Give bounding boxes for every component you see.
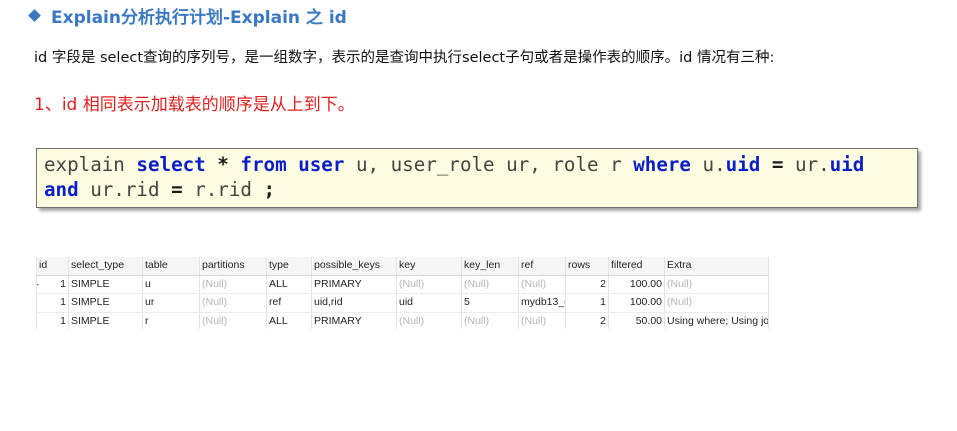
code-token-keyword: and (44, 178, 79, 201)
code-token-operator: = (171, 178, 183, 201)
table-cell-rows[interactable]: 2 (565, 312, 608, 329)
table-cell-partitions[interactable]: (Null) (199, 275, 266, 293)
table-cell-key[interactable]: uid (396, 294, 461, 312)
diamond-bullet-icon (28, 8, 41, 22)
table-cell-id[interactable]: 1 (36, 294, 68, 312)
table-cell-select-type[interactable]: SIMPLE (68, 294, 142, 312)
table-cell-key-len[interactable]: (Null) (461, 312, 518, 329)
table-cell-id[interactable]: 1 (36, 312, 68, 329)
table-header-row: id select_type table partitions type possible… (36, 257, 768, 276)
code-token-text: u, user_role ur, role r (344, 153, 634, 176)
table-row[interactable]: ▸1SIMPLEu(Null)ALLPRIMARY(Null)(Null)(Nu… (36, 275, 768, 294)
explain-result-grid: id select_type table partitions type possible… (36, 257, 769, 329)
table-cell-key[interactable]: (Null) (396, 275, 461, 293)
table-cell-possible-keys[interactable]: PRIMARY (311, 275, 396, 293)
table-cell-partitions[interactable]: (Null) (199, 294, 266, 312)
table-cell-rows[interactable]: 2 (565, 275, 608, 293)
table-cell-partitions[interactable]: (Null) (199, 312, 266, 329)
description-text: id 字段是 select查询的序列号，是一组数字，表示的是查询中执行selec… (34, 50, 775, 66)
table-cell-key-len[interactable]: (Null) (461, 275, 518, 293)
code-token-operator: = (771, 153, 784, 176)
code-token-operator: ; (263, 178, 276, 201)
code-token-keyword: where (633, 153, 691, 176)
code-token-keyword: select (136, 153, 206, 176)
code-token-keyword: uid (829, 153, 865, 176)
column-header-ref[interactable]: ref (518, 257, 565, 275)
table-cell-select-type[interactable]: SIMPLE (68, 312, 142, 329)
code-token-text: ur.rid (78, 178, 172, 201)
table-cell-extra[interactable]: Using where; Using jo (664, 312, 768, 329)
code-token-operator: * (217, 153, 229, 176)
column-header-key[interactable]: key (396, 257, 461, 275)
point-one-text: 1、id 相同表示加载表的顺序是从上到下。 (34, 95, 355, 115)
table-cell-key[interactable]: (Null) (396, 312, 461, 329)
table-cell-table[interactable]: r (142, 312, 199, 329)
table-cell-possible-keys[interactable]: uid,rid (311, 294, 396, 312)
table-cell-extra[interactable]: (Null) (664, 275, 768, 293)
column-header-table[interactable]: table (142, 257, 199, 275)
code-token-text: ur. (783, 153, 830, 176)
column-header-key-len[interactable]: key_len (461, 257, 518, 275)
table-row[interactable]: 1SIMPLEur(Null)refuid,riduid5mydb13_q110… (36, 294, 768, 313)
column-header-rows[interactable]: rows (565, 257, 608, 275)
table-cell-table[interactable]: u (142, 275, 199, 293)
table-cell-type[interactable]: ref (266, 294, 311, 312)
code-token-text: explain (44, 153, 137, 176)
column-header-select-type[interactable]: select_type (68, 257, 142, 275)
table-cell-filtered[interactable]: 100.00 (608, 275, 664, 293)
table-cell-id[interactable]: 1 (36, 275, 68, 293)
table-row[interactable]: 1 SIMPLE r (Null) ALL PRIMARY (Null) (Null) (Nul… (36, 312, 768, 329)
table-cell-type[interactable]: ALL (266, 275, 311, 293)
code-token-keyword: uid (725, 153, 761, 176)
table-cell-table[interactable]: ur (142, 294, 199, 312)
code-line-1: explain select * from user u, user_role … (44, 152, 910, 177)
column-header-partitions[interactable]: partitions (199, 257, 266, 275)
code-token-text: u. (690, 153, 726, 176)
code-token-text: r.rid (182, 178, 264, 201)
table-cell-select-type[interactable]: SIMPLE (68, 275, 142, 293)
table-cell-possible-keys[interactable]: PRIMARY (311, 312, 396, 329)
table-cell-extra[interactable]: (Null) (664, 294, 768, 312)
column-header-id[interactable]: id (36, 257, 68, 275)
slide-title: Explain分析执行计划-Explain 之 id (28, 4, 347, 28)
code-line-2: and ur.rid = r.rid ; (44, 177, 910, 202)
table-cell-key-len[interactable]: 5 (461, 294, 518, 312)
slide-title-text: Explain分析执行计划-Explain 之 id (51, 7, 347, 28)
column-header-type[interactable]: type (266, 257, 311, 275)
table-cell-ref[interactable]: mydb13_q (518, 294, 565, 312)
table-cell-filtered[interactable]: 50.00 (608, 312, 664, 329)
table-cell-filtered[interactable]: 100.00 (608, 294, 664, 312)
sql-code-box: explain select * from user u, user_role … (36, 148, 918, 208)
table-cell-ref[interactable]: (Null) (518, 312, 565, 329)
column-header-extra[interactable]: Extra (664, 257, 768, 275)
column-header-filtered[interactable]: filtered (608, 257, 664, 275)
code-token-keyword: user (298, 153, 345, 176)
table-cell-ref[interactable]: (Null) (518, 275, 565, 293)
code-token-keyword: from (240, 153, 287, 176)
table-cell-type[interactable]: ALL (266, 312, 311, 329)
column-header-possible-keys[interactable]: possible_keys (311, 257, 396, 275)
table-cell-rows[interactable]: 1 (565, 294, 608, 312)
